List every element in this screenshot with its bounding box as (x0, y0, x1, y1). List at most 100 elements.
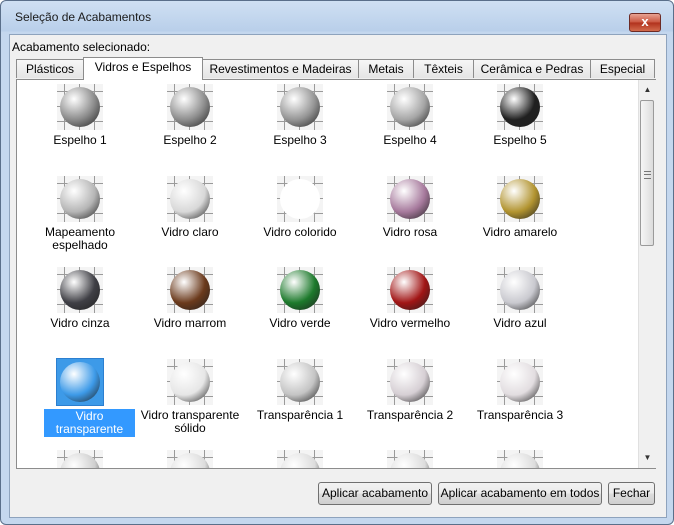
material-thumbnail (387, 84, 433, 130)
apply-finish-button[interactable]: Aplicar acabamento (318, 482, 432, 505)
material-thumbnail (277, 176, 323, 222)
material-item[interactable]: Vidro cinza (25, 263, 135, 353)
material-thumbnail (57, 450, 103, 468)
grip-icon (644, 171, 651, 179)
material-sphere-icon (500, 87, 540, 127)
material-label: Espelho 5 (493, 133, 547, 147)
material-item[interactable]: Espelho 5 (465, 80, 575, 170)
material-item[interactable] (355, 446, 465, 468)
material-item[interactable]: Vidro marrom (135, 263, 245, 353)
scrollbar-thumb[interactable] (640, 100, 654, 246)
material-label: Vidro vermelho (369, 316, 451, 330)
material-item[interactable]: Espelho 3 (245, 80, 355, 170)
window-title: Seleção de Acabamentos (15, 10, 152, 24)
material-sphere-icon (390, 453, 430, 468)
material-sphere-icon (500, 270, 540, 310)
material-label: Transparência 3 (476, 408, 564, 422)
material-thumbnail (497, 267, 543, 313)
material-thumbnail (277, 267, 323, 313)
material-label: Vidro transparente sólido (140, 408, 240, 435)
material-item[interactable] (135, 446, 245, 468)
material-item[interactable]: Vidro azul (465, 263, 575, 353)
material-item[interactable]: Vidro claro (135, 172, 245, 262)
material-item[interactable]: Vidro vermelho (355, 263, 465, 353)
scroll-up-icon[interactable]: ▲ (639, 82, 656, 98)
material-label: Vidro marrom (153, 316, 227, 330)
material-sphere-icon (60, 179, 100, 219)
material-item[interactable]: Mapeamento espelhado (25, 172, 135, 262)
material-thumbnail (387, 359, 433, 405)
material-item[interactable]: Espelho 1 (25, 80, 135, 170)
title-bar: Seleção de Acabamentos x (1, 1, 673, 33)
material-item[interactable]: Vidro transparente sólido (135, 355, 245, 445)
material-label: Transparência 2 (366, 408, 454, 422)
material-sphere-icon (500, 179, 540, 219)
material-thumbnail (497, 176, 543, 222)
material-label: Vidro azul (493, 316, 547, 330)
material-item[interactable]: Transparência 3 (465, 355, 575, 445)
material-sphere-icon (280, 362, 320, 402)
material-sphere-icon (60, 362, 100, 402)
material-sphere-icon (60, 453, 100, 468)
material-label: Espelho 4 (383, 133, 437, 147)
tab-vidros-espelhos[interactable]: Vidros e Espelhos (83, 57, 203, 80)
material-sphere-icon (170, 179, 210, 219)
material-item[interactable] (465, 446, 575, 468)
tab-metais[interactable]: Metais (358, 59, 414, 78)
material-item[interactable]: Vidro colorido (245, 172, 355, 262)
tab-plasticos[interactable]: Plásticos (16, 59, 84, 78)
material-label: Espelho 3 (273, 133, 327, 147)
material-thumbnail (277, 84, 323, 130)
tab-bar: Plásticos Vidros e Espelhos Revestimento… (16, 57, 656, 80)
material-sphere-icon (60, 87, 100, 127)
material-item[interactable]: Vidro transparente (25, 355, 135, 445)
close-icon: x (641, 14, 649, 29)
material-thumbnail (497, 450, 543, 468)
material-item[interactable]: Espelho 4 (355, 80, 465, 170)
vertical-scrollbar[interactable]: ▲ ▼ (638, 80, 656, 468)
material-sphere-icon (280, 87, 320, 127)
materials-grid: Espelho 1 Espelho 2 Espelho 3 Espelho 4 Espe… (17, 80, 637, 468)
material-item[interactable]: Vidro rosa (355, 172, 465, 262)
material-item[interactable]: Vidro amarelo (465, 172, 575, 262)
material-thumbnail (277, 450, 323, 468)
material-label: Mapeamento espelhado (44, 225, 116, 252)
materials-panel: Espelho 1 Espelho 2 Espelho 3 Espelho 4 Espe… (16, 79, 656, 469)
material-thumbnail (57, 84, 103, 130)
material-label: Transparência 1 (256, 408, 344, 422)
tab-revestimentos-madeiras[interactable]: Revestimentos e Madeiras (202, 59, 359, 78)
material-thumbnail (167, 84, 213, 130)
apply-finish-all-button[interactable]: Aplicar acabamento em todos (438, 482, 602, 505)
close-window-button[interactable]: x (629, 13, 661, 32)
material-item[interactable]: Transparência 1 (245, 355, 355, 445)
material-item[interactable] (245, 446, 355, 468)
material-sphere-icon (280, 179, 320, 219)
close-button[interactable]: Fechar (608, 482, 655, 505)
material-thumbnail (167, 176, 213, 222)
material-item[interactable] (25, 446, 135, 468)
material-item[interactable]: Espelho 2 (135, 80, 245, 170)
tab-especial[interactable]: Especial (590, 59, 655, 78)
material-sphere-icon (60, 270, 100, 310)
material-label: Vidro cinza (50, 316, 110, 330)
material-sphere-icon (390, 362, 430, 402)
material-label: Vidro transparente (44, 409, 135, 437)
material-thumbnail (387, 450, 433, 468)
tab-ceramica-pedras[interactable]: Cerâmica e Pedras (473, 59, 591, 78)
material-label: Vidro amarelo (482, 225, 558, 239)
material-thumbnail (56, 358, 104, 406)
material-sphere-icon (390, 270, 430, 310)
material-item[interactable]: Transparência 2 (355, 355, 465, 445)
material-sphere-icon (170, 87, 210, 127)
material-item[interactable]: Vidro verde (245, 263, 355, 353)
material-sphere-icon (390, 87, 430, 127)
material-thumbnail (497, 84, 543, 130)
material-label: Vidro colorido (263, 225, 337, 239)
material-thumbnail (167, 450, 213, 468)
material-sphere-icon (500, 362, 540, 402)
scroll-down-icon[interactable]: ▼ (639, 450, 656, 466)
tab-texteis[interactable]: Têxteis (413, 59, 474, 78)
material-thumbnail (277, 359, 323, 405)
material-sphere-icon (280, 270, 320, 310)
material-label: Vidro verde (269, 316, 331, 330)
